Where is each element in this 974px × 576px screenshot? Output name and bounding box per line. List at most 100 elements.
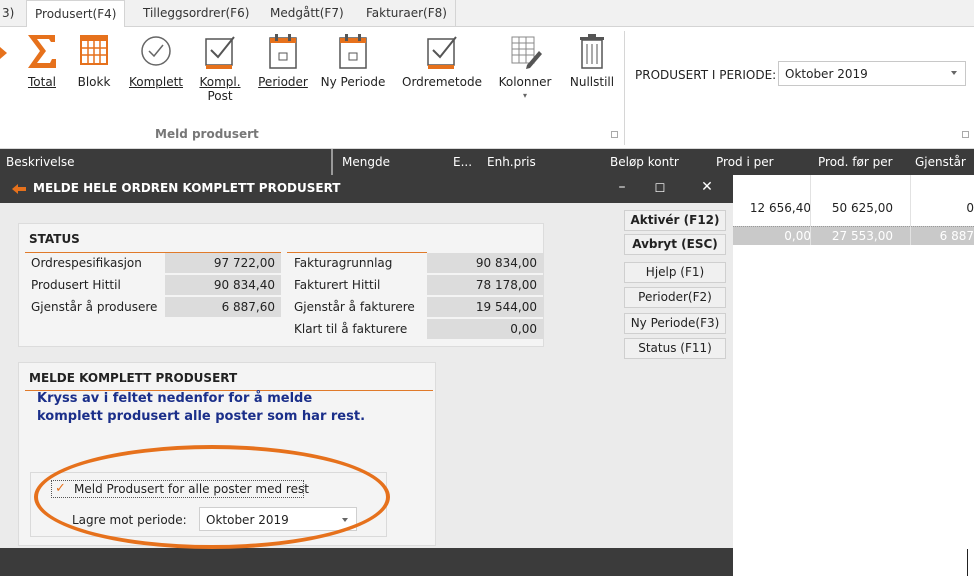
status-panel: STATUS Ordrespesifikasjon 97 722,00 Prod… (18, 223, 544, 347)
period-select[interactable]: Oktober 2019 (778, 61, 966, 86)
gjenstar-produsere-value: 6 887,60 (165, 297, 281, 317)
komplett-label: Komplett (128, 75, 184, 89)
ordremetode-label: Ordremetode (402, 75, 482, 89)
partial-arrow-icon (0, 41, 8, 65)
nullstill-label: Nullstill (569, 75, 615, 89)
table-row-selected[interactable]: 0,00 27 553,00 6 887 (733, 226, 974, 245)
produsert-hittil-value: 90 834,40 (165, 275, 281, 295)
fakturert-hittil-label: Fakturert Hittil (294, 278, 381, 292)
ny-periode-button[interactable]: Ny Periode (320, 29, 386, 89)
prod-for-per-cell: 50 625,00 (831, 201, 893, 215)
dialog-footer (0, 548, 733, 576)
fakturagrunnlag-label: Fakturagrunnlag (294, 256, 393, 270)
col-divider (331, 149, 333, 175)
gjenstar-cell: 0 (966, 201, 974, 215)
avbryt-button[interactable]: Avbryt (ESC) (624, 234, 726, 255)
meld-produsert-group-label: Meld produsert (155, 127, 259, 141)
status-heading: STATUS (29, 232, 80, 246)
chevron-down-icon (951, 71, 957, 75)
col-beskrivelse[interactable]: Beskrivelse (6, 155, 75, 169)
group-separator (624, 31, 625, 145)
period-select-value: Oktober 2019 (785, 67, 868, 81)
tab-tilleggsordrer[interactable]: Tilleggsordrer(F6) (135, 0, 257, 27)
col-mengde[interactable]: Mengde (342, 155, 390, 169)
kolonner-button[interactable]: Kolonner ▾ (494, 29, 556, 103)
grid-block-icon (74, 29, 114, 75)
gjenstar-fakturere-label: Gjenstår å fakturere (294, 300, 415, 314)
nullstill-button[interactable]: Nullstill (564, 29, 620, 89)
col-gjenstar[interactable]: Gjenstår (915, 155, 966, 169)
total-label: Total (27, 75, 57, 89)
grid-divider (810, 175, 811, 245)
col-enhet[interactable]: E... (453, 155, 472, 169)
check-box-icon (422, 29, 462, 75)
app-logo-icon (10, 182, 28, 199)
kompl-post-button[interactable]: Kompl. Post (197, 29, 243, 103)
tab-produsert[interactable]: Produsert(F4) (26, 0, 126, 28)
status-dialog-button[interactable]: Status (F11) (624, 338, 726, 359)
sigma-icon (22, 29, 62, 75)
table-row[interactable] (733, 175, 974, 197)
total-button[interactable]: Total (22, 29, 62, 89)
dialog-title: MELDE HELE ORDREN KOMPLETT PRODUSERT (33, 181, 341, 195)
blokk-label: Blokk (77, 75, 111, 89)
prod-i-per-cell: 12 656,40 (749, 201, 811, 215)
perioder-dialog-button[interactable]: Perioder(F2) (624, 287, 726, 308)
blokk-button[interactable]: Blokk (74, 29, 114, 89)
period-label: PRODUSERT I PERIODE: (635, 68, 777, 82)
maximize-icon[interactable]: ☐ (650, 181, 670, 195)
kolonner-label: Kolonner (498, 75, 552, 89)
minimize-icon[interactable]: – (612, 179, 632, 195)
columns-edit-icon (505, 29, 545, 75)
col-enhpris[interactable]: Enh.pris (487, 155, 536, 169)
period-group-launcher-icon[interactable] (962, 131, 969, 138)
perioder-button[interactable]: Perioder (255, 29, 311, 89)
ny-periode-label: Ny Periode (320, 75, 386, 89)
group-launcher-icon[interactable] (611, 131, 618, 138)
dialog-title-bar: MELDE HELE ORDREN KOMPLETT PRODUSERT – ☐… (0, 175, 733, 203)
perioder-label: Perioder (258, 75, 308, 89)
aktiver-button[interactable]: Aktivér (F12) (624, 210, 726, 231)
gjenstar-fakturere-value: 19 544,00 (427, 297, 543, 317)
col-belop-kontr[interactable]: Beløp kontr (610, 155, 679, 169)
prod-i-per-cell: 0,00 (784, 229, 811, 243)
col-prod-for-per[interactable]: Prod. før per (818, 155, 893, 169)
kompl-label: Kompl. (199, 75, 241, 89)
text-cursor (967, 549, 968, 576)
ny-periode-dialog-button[interactable]: Ny Periode(F3) (624, 313, 726, 334)
col-prod-i-per[interactable]: Prod i per (716, 155, 774, 169)
prod-for-per-cell: 27 553,00 (831, 229, 893, 243)
gjenstar-cell: 6 887 (939, 229, 974, 243)
tab-fakturaer[interactable]: Fakturaer(F8) (358, 0, 455, 27)
tab-bar: 3) Produsert(F4) Tilleggsordrer(F6) Medg… (0, 0, 974, 28)
complete-heading: MELDE KOMPLETT PRODUSERT (29, 371, 238, 385)
close-icon[interactable]: ✕ (697, 179, 717, 195)
tab-medgatt[interactable]: Medgått(F7) (262, 0, 352, 27)
komplett-button[interactable]: Komplett (126, 29, 186, 89)
klart-fakturere-value: 0,00 (427, 319, 543, 339)
tab-divider (455, 0, 456, 27)
calendar-new-icon (333, 29, 373, 75)
fakturagrunnlag-value: 90 834,00 (427, 253, 543, 273)
instruction-line-2: komplett produsert alle poster som har r… (37, 409, 366, 424)
kolonner-dropdown-icon: ▾ (522, 91, 527, 100)
check-circle-icon (136, 29, 176, 75)
status-underline (287, 252, 427, 253)
ribbon: Total Blokk Komplett Kompl. Post Periode… (0, 27, 974, 149)
trash-icon (572, 29, 612, 75)
produsert-hittil-label: Produsert Hittil (31, 278, 121, 292)
gjenstar-produsere-label: Gjenstår å produsere (31, 300, 158, 314)
tab-previous[interactable]: 3) (0, 0, 22, 27)
kompl-post-label: Post (207, 89, 233, 103)
instruction-line-1: Kryss av i feltet nedenfor for å melde (37, 391, 313, 406)
fakturert-hittil-value: 78 178,00 (427, 275, 543, 295)
hjelp-button[interactable]: Hjelp (F1) (624, 262, 726, 283)
table-row[interactable]: 12 656,40 50 625,00 0 (733, 197, 974, 219)
calendar-icon (263, 29, 303, 75)
grid-header: Beskrivelse Mengde E... Enh.pris Beløp k… (0, 149, 974, 175)
highlight-ellipse (34, 445, 390, 549)
ordrespesifikasjon-value: 97 722,00 (165, 253, 281, 273)
check-box-icon (200, 29, 240, 75)
ordremetode-button[interactable]: Ordremetode (400, 29, 484, 89)
klart-fakturere-label: Klart til å fakturere (294, 322, 408, 336)
